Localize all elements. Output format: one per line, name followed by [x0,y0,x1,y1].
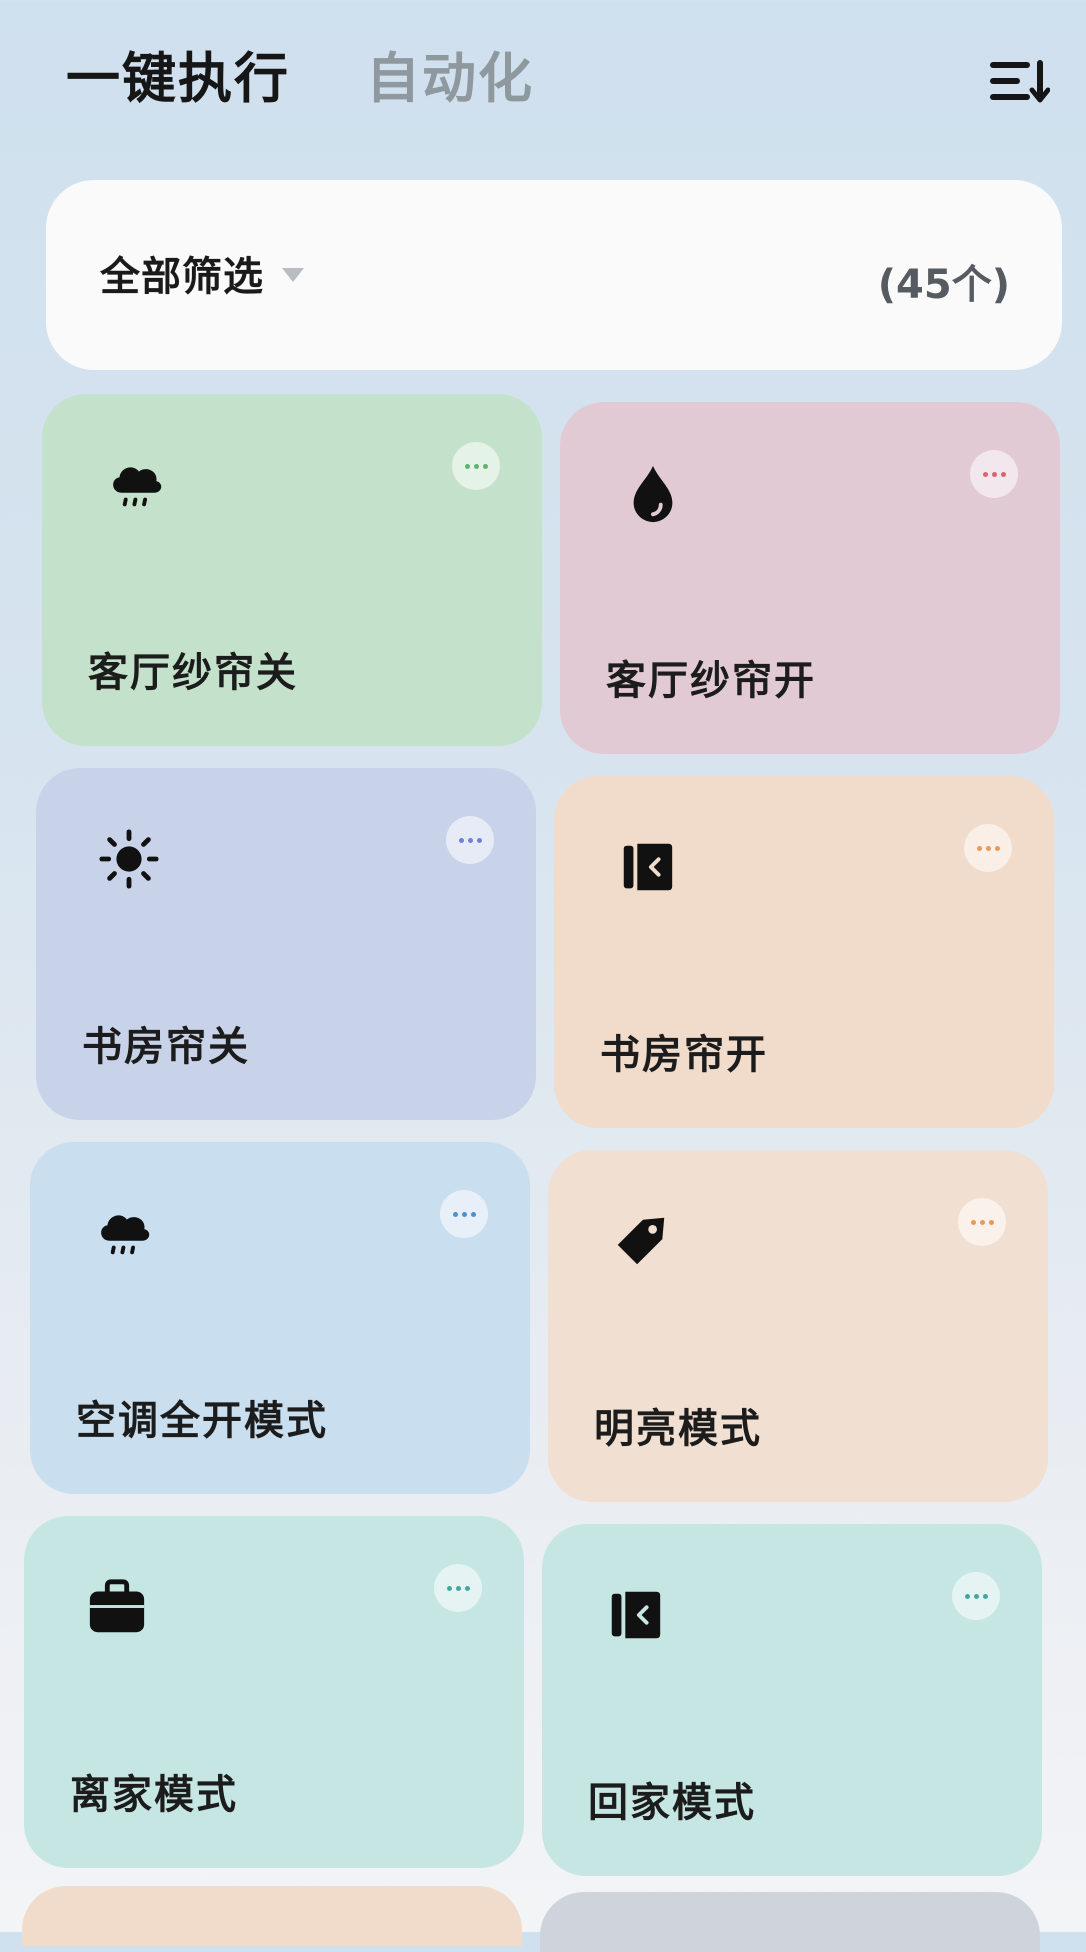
scene-card[interactable]: 客厅纱帘开 [560,402,1060,754]
tag-icon [610,1210,672,1272]
filter-dropdown[interactable]: 全部筛选 [100,244,304,302]
scene-card[interactable]: 回家模式 [542,1524,1042,1876]
scene-title: 明亮模式 [594,1406,762,1452]
tab-one-click[interactable]: 一键执行 [66,44,290,114]
briefcase-icon [86,1576,148,1638]
more-options-button[interactable] [440,1190,488,1238]
water-drop-icon [622,462,684,524]
more-options-button[interactable] [958,1198,1006,1246]
scene-card-partial[interactable] [22,1886,522,1946]
scene-title: 书房帘关 [82,1024,250,1070]
scene-card[interactable]: 空调全开模式 [30,1142,530,1494]
scene-title: 空调全开模式 [76,1398,328,1444]
caret-down-icon [282,268,304,282]
door-exit-icon [604,1584,666,1646]
scene-card[interactable]: 离家模式 [24,1516,524,1868]
scene-title: 书房帘开 [600,1032,768,1078]
more-options-button[interactable] [964,824,1012,872]
filter-bar: 全部筛选 (45个) [46,180,1062,370]
door-exit-icon [616,836,678,898]
more-options-button[interactable] [952,1572,1000,1620]
more-options-button[interactable] [970,450,1018,498]
filter-label: 全部筛选 [100,254,264,300]
scene-card-partial[interactable] [540,1892,1040,1952]
more-options-button[interactable] [452,442,500,490]
scene-card[interactable]: 书房帘开 [554,776,1054,1128]
header: 一键执行 自动化 [0,0,1086,160]
scene-title: 客厅纱帘关 [88,650,298,696]
tab-automation[interactable]: 自动化 [366,44,534,114]
scene-card[interactable]: 书房帘关 [36,768,536,1120]
more-options-button[interactable] [446,816,494,864]
scene-card[interactable]: 客厅纱帘关 [42,394,542,746]
more-options-button[interactable] [434,1564,482,1612]
rain-cloud-icon [92,1202,154,1264]
list-sort-icon[interactable] [988,56,1051,106]
scene-card[interactable]: 明亮模式 [548,1150,1048,1502]
scene-count: (45个) [877,262,1010,308]
rain-cloud-icon [104,454,166,516]
scene-title: 回家模式 [588,1780,756,1826]
sun-icon [98,828,160,890]
scene-title: 离家模式 [70,1772,238,1818]
scene-title: 客厅纱帘开 [606,658,816,704]
